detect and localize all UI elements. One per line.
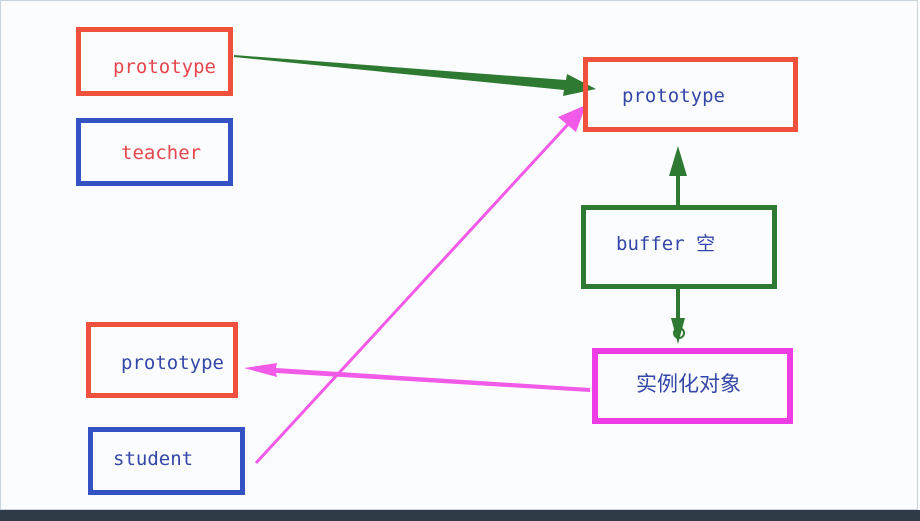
prototype-label: prototype (113, 55, 216, 78)
arrow-instance-to-proto-bl (244, 363, 590, 392)
instance-label: 实例化对象 (636, 372, 741, 396)
teacher-box: teacher (76, 118, 233, 186)
student-label: student (113, 448, 194, 470)
diagram-canvas: prototype teacher prototype buffer 空 pro… (0, 0, 920, 521)
bottom-bar (0, 510, 920, 521)
prototype-label: prototype (622, 84, 725, 107)
arrow-student-to-proto-tr-shaft (254, 118, 574, 465)
arrow-student-to-proto-tr-head (558, 105, 586, 132)
buffer-box: buffer 空 (581, 205, 777, 289)
prototype-box-top-left: prototype (76, 27, 233, 96)
student-box: student (88, 427, 245, 495)
buffer-label: buffer 空 (616, 232, 716, 255)
prototype-box-top-right: prototype (583, 57, 798, 132)
prototype-label: prototype (121, 351, 224, 374)
instance-box: 实例化对象 (592, 348, 793, 424)
teacher-label: teacher (121, 142, 202, 164)
prototype-box-bottom-left: prototype (86, 322, 238, 398)
arrow-proto-tl-to-proto-tr (234, 55, 596, 96)
arrow-buffer-to-proto-head (669, 146, 687, 176)
